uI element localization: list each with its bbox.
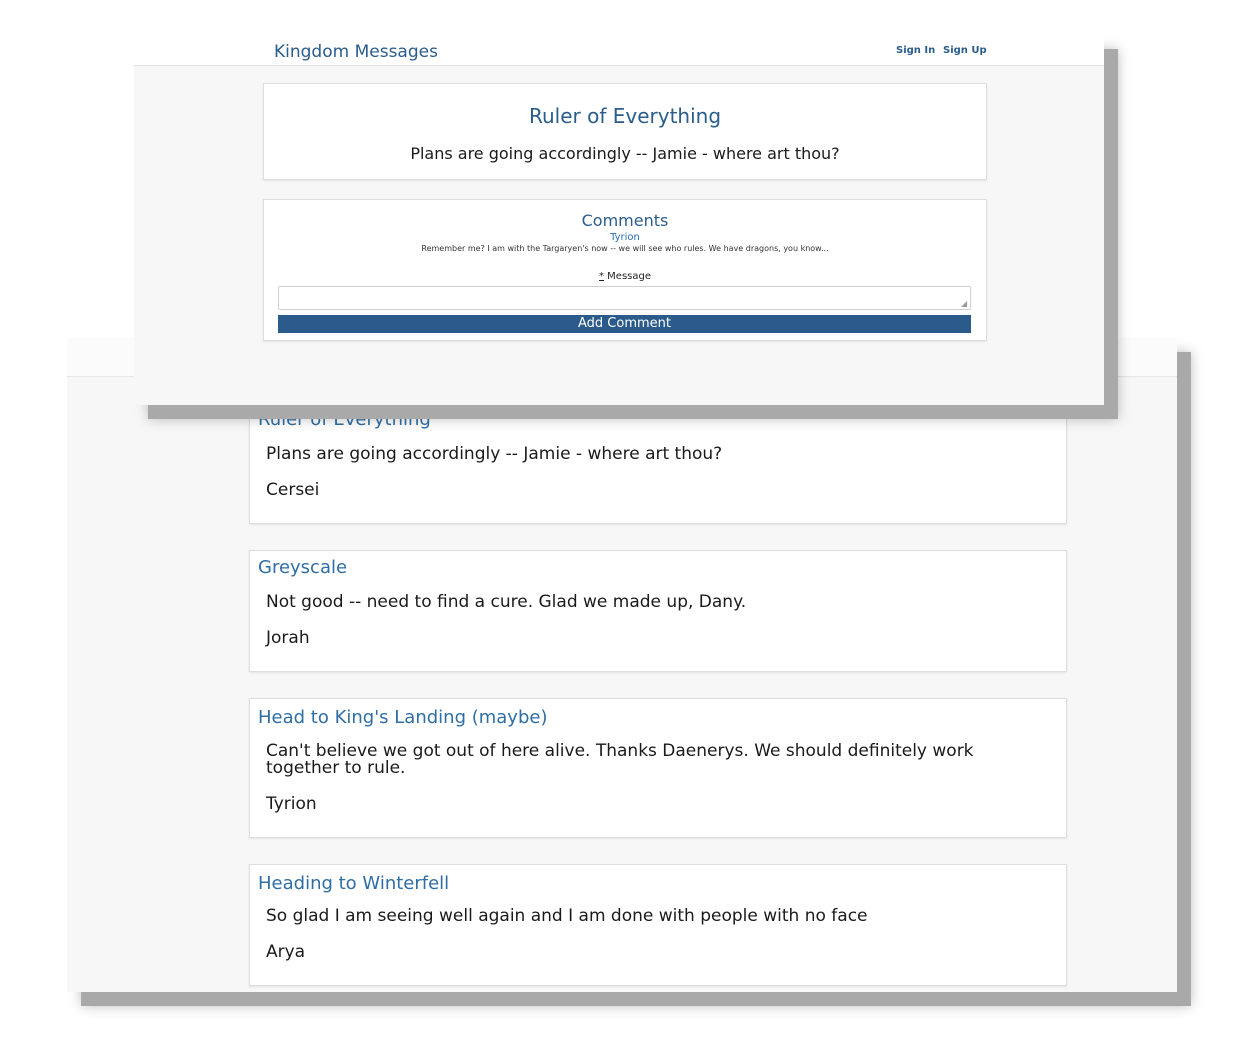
add-comment-button[interactable]: Add Comment <box>278 315 971 333</box>
navbar: Kingdom Messages Sign In Sign Up <box>134 35 1104 66</box>
message-label-text: Message <box>607 271 651 282</box>
message-input[interactable] <box>278 286 971 310</box>
message-card[interactable]: Heading to Winterfell So glad I am seein… <box>249 864 1067 986</box>
resize-grip-icon[interactable]: ◢ <box>961 300 969 308</box>
brand-link[interactable]: Kingdom Messages <box>274 42 438 62</box>
message-title[interactable]: Ruler of Everything <box>258 409 431 430</box>
message-author: Tyrion <box>266 794 317 814</box>
sign-in-link[interactable]: Sign In <box>896 45 935 56</box>
message-field-label: * Message <box>264 271 986 282</box>
message-list-screenshot: Ruler of Everything Plans are going acco… <box>67 338 1177 992</box>
message-title[interactable]: Head to King's Landing (maybe) <box>258 707 547 728</box>
message-detail-screenshot: Kingdom Messages Sign In Sign Up Ruler o… <box>134 35 1104 405</box>
message-title[interactable]: Heading to Winterfell <box>258 873 449 894</box>
message-author: Jorah <box>266 628 310 648</box>
comment-text: Remember me? I am with the Targaryen's n… <box>421 244 829 253</box>
comments-panel: Comments Tyrion Remember me? I am with t… <box>263 199 987 341</box>
message-title: Ruler of Everything <box>528 104 722 128</box>
message-card[interactable]: Greyscale Not good -- need to find a cur… <box>249 550 1067 672</box>
message-body: Plans are going accordingly -- Jamie - w… <box>266 444 723 464</box>
message-body: Not good -- need to find a cure. Glad we… <box>266 592 747 612</box>
message-body: So glad I am seeing well again and I am … <box>266 906 868 926</box>
message-author: Cersei <box>266 480 320 500</box>
required-mark: * <box>598 271 604 282</box>
message-author: Arya <box>266 942 306 962</box>
stage: Ruler of Everything Plans are going acco… <box>0 0 1238 1057</box>
comments-heading: Comments <box>581 211 669 230</box>
comment-author: Tyrion <box>610 232 640 243</box>
message-detail-panel: Ruler of Everything Plans are going acco… <box>263 83 987 180</box>
message-body: Can't believe we got out of here alive. … <box>266 741 974 778</box>
message-title[interactable]: Greyscale <box>258 557 347 578</box>
message-body: Plans are going accordingly -- Jamie - w… <box>410 144 840 163</box>
message-card[interactable]: Head to King's Landing (maybe) Can't bel… <box>249 698 1067 838</box>
sign-up-link[interactable]: Sign Up <box>943 45 987 56</box>
